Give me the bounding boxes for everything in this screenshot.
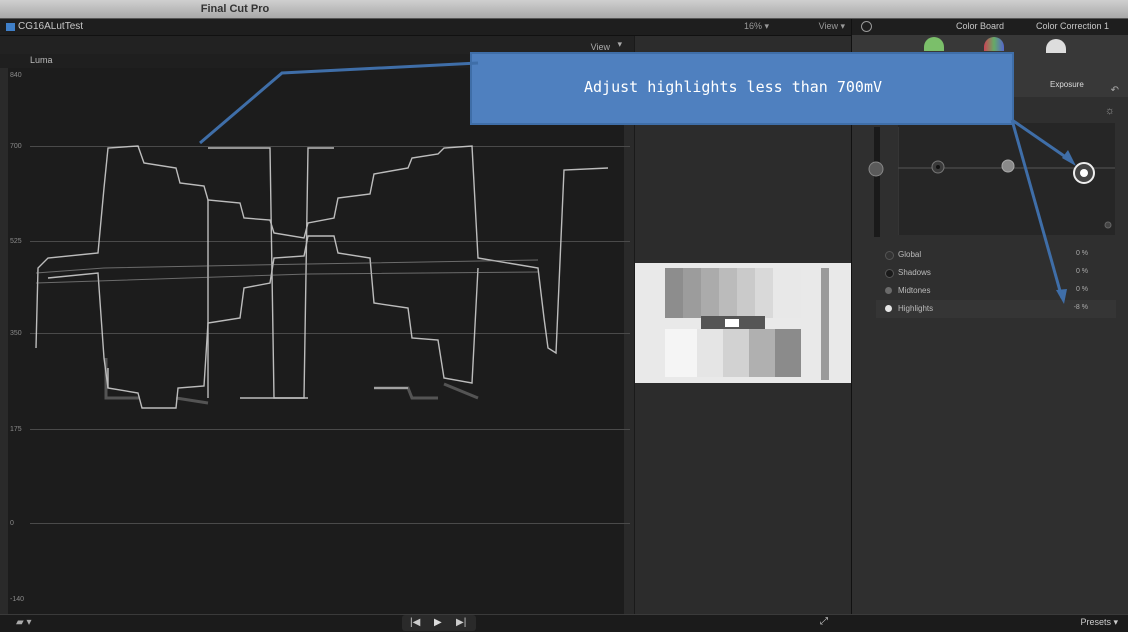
project-name: CG16ALutTest [18,21,84,32]
annotation-callout: Adjust highlights less than 700mV [470,52,1014,125]
exposure-row-highlights[interactable]: Highlights -8 % [876,300,1116,318]
dot-icon [885,287,892,294]
row-label: Global [898,250,922,259]
tab-exposure-label: Exposure [1050,80,1084,89]
inspector-correction-title: Color Correction 1 [1036,21,1110,31]
exposure-board [898,123,1115,235]
sun-icon: ☼ [1104,105,1115,117]
row-value[interactable]: 0 % [1076,286,1088,293]
window-title: Final Cut Pro [200,3,270,15]
tool-icon[interactable]: ▰ ▾ [16,617,32,628]
row-value[interactable]: -8 % [1074,304,1088,311]
scope-view-menu[interactable]: View ▾ [591,39,622,52]
project-icon [6,23,15,31]
dot-icon [885,251,894,260]
viewer-header: CG16ALutTest 16% ▾ View ▾ [0,19,851,36]
waveform-plot: 840 700 525 350 175 0 -140 [8,68,630,630]
exposure-controls [898,127,1115,235]
prev-frame-icon[interactable]: |◀ [410,617,420,628]
dot-icon [885,305,892,312]
row-value[interactable]: 0 % [1076,250,1088,257]
play-icon[interactable]: ▶ [434,617,442,628]
bottom-toolbar: ▰ ▾ |◀ ▶ ▶| ⤢ Presets ▾ [0,614,1128,632]
row-label: Midtones [898,286,931,295]
row-value[interactable]: 0 % [1076,268,1088,275]
scope-mode-label: Luma [30,55,53,65]
reset-icon[interactable]: ↶ [1111,85,1119,96]
row-label: Shadows [898,268,931,277]
dot-icon [885,269,894,278]
exposure-row-midtones[interactable]: Midtones 0 % [876,282,1116,300]
exposure-row-shadows[interactable]: Shadows 0 % [876,264,1116,282]
fullscreen-icon[interactable]: ⤢ [820,616,828,627]
row-label: Highlights [898,304,934,313]
annotation-text: Adjust highlights less than 700mV [584,78,883,96]
presets-menu[interactable]: Presets ▾ [1080,617,1118,628]
waveform-trace [35,145,609,409]
next-frame-icon[interactable]: ▶| [456,617,466,628]
inspector-header: Color Board Color Correction 1 [852,19,1128,35]
tab-saturation[interactable] [984,37,1004,51]
tab-color[interactable] [924,37,944,51]
inspector-panel-title: Color Board [956,21,1005,31]
tab-exposure[interactable] [1046,39,1066,53]
viewer-view-menu[interactable]: View ▾ [819,21,845,32]
zoom-menu[interactable]: 16% ▾ [744,21,769,32]
exposure-row-global[interactable]: Global 0 % [876,246,1116,264]
exposure-value-list: Global 0 % Shadows 0 % Midtones 0 % High… [876,246,1116,318]
back-icon[interactable] [861,21,872,32]
window-titlebar: Final Cut Pro [0,0,1128,19]
